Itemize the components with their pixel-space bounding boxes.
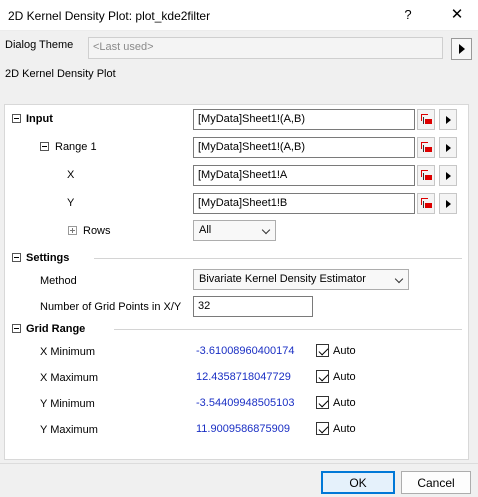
range-select-icon[interactable] [417, 137, 435, 158]
grid-points-input[interactable]: 32 [193, 296, 313, 317]
range-select-icon[interactable] [417, 165, 435, 186]
y-label: Y [67, 197, 75, 209]
rows-dropdown[interactable]: All [193, 220, 276, 241]
help-button[interactable]: ? [398, 7, 418, 22]
rows-expand-icon[interactable] [68, 226, 77, 235]
y-min-auto-checkbox[interactable] [316, 396, 329, 409]
grid-range-heading: Grid Range [26, 323, 86, 335]
settings-collapse-icon[interactable] [12, 253, 21, 262]
grid-range-collapse-icon[interactable] [12, 324, 21, 333]
method-dropdown-value: Bivariate Kernel Density Estimator [199, 273, 366, 285]
y-menu-arrow[interactable] [439, 193, 457, 214]
range1-label: Range 1 [55, 141, 97, 153]
chevron-down-icon [394, 274, 404, 284]
input-range-field[interactable]: [MyData]Sheet1!(A,B) [193, 109, 415, 130]
play-arrow-icon [458, 44, 465, 54]
ok-button[interactable]: OK [321, 471, 395, 494]
dialog-description: 2D Kernel Density Plot [5, 68, 116, 80]
x-max-label: X Maximum [40, 372, 99, 384]
x-min-auto-checkbox[interactable] [316, 344, 329, 357]
x-min-label: X Minimum [40, 346, 96, 358]
x-min-value[interactable]: -3.61008960400174 [196, 345, 294, 357]
y-min-auto-label: Auto [333, 397, 356, 409]
y-max-auto-label: Auto [333, 423, 356, 435]
x-max-auto-checkbox[interactable] [316, 370, 329, 383]
play-arrow-icon [445, 115, 451, 124]
range-select-icon[interactable] [417, 193, 435, 214]
y-min-label: Y Minimum [40, 398, 95, 410]
input-menu-arrow[interactable] [439, 109, 457, 130]
dialog-theme-label: Dialog Theme [5, 39, 74, 51]
method-dropdown[interactable]: Bivariate Kernel Density Estimator [193, 269, 409, 290]
method-label: Method [40, 275, 77, 287]
footer-divider [0, 463, 478, 464]
range1-field[interactable]: [MyData]Sheet1!(A,B) [193, 137, 415, 158]
range-select-icon[interactable] [417, 109, 435, 130]
y-min-value[interactable]: -3.54409948505103 [196, 397, 294, 409]
range1-menu-arrow[interactable] [439, 137, 457, 158]
x-max-value[interactable]: 12.4358718047729 [196, 371, 291, 383]
close-button[interactable]: ✕ [447, 5, 467, 23]
rows-dropdown-value: All [199, 224, 212, 236]
dialog-theme-input[interactable]: <Last used> [88, 37, 443, 59]
x-menu-arrow[interactable] [439, 165, 457, 186]
play-arrow-icon [445, 171, 451, 180]
input-heading: Input [26, 113, 53, 125]
input-collapse-icon[interactable] [12, 114, 21, 123]
grid-range-divider [114, 329, 462, 330]
range1-collapse-icon[interactable] [40, 142, 49, 151]
chevron-down-icon [261, 225, 271, 235]
x-max-auto-label: Auto [333, 371, 356, 383]
y-max-label: Y Maximum [40, 424, 98, 436]
y-range-field[interactable]: [MyData]Sheet1!B [193, 193, 415, 214]
settings-heading: Settings [26, 252, 70, 264]
play-arrow-icon [445, 199, 451, 208]
grid-points-label: Number of Grid Points in X/Y [40, 301, 182, 313]
title-bar: 2D Kernel Density Plot: plot_kde2filter … [0, 0, 478, 31]
theme-menu-button[interactable] [451, 38, 472, 60]
y-max-value[interactable]: 11.9009586875909 [196, 423, 290, 435]
x-range-field[interactable]: [MyData]Sheet1!A [193, 165, 415, 186]
play-arrow-icon [445, 143, 451, 152]
window-title: 2D Kernel Density Plot: plot_kde2filter [8, 9, 211, 23]
y-max-auto-checkbox[interactable] [316, 422, 329, 435]
rows-label: Rows [83, 225, 111, 237]
settings-divider [94, 258, 462, 259]
x-min-auto-label: Auto [333, 345, 356, 357]
x-label: X [67, 169, 75, 181]
cancel-button[interactable]: Cancel [401, 471, 471, 494]
